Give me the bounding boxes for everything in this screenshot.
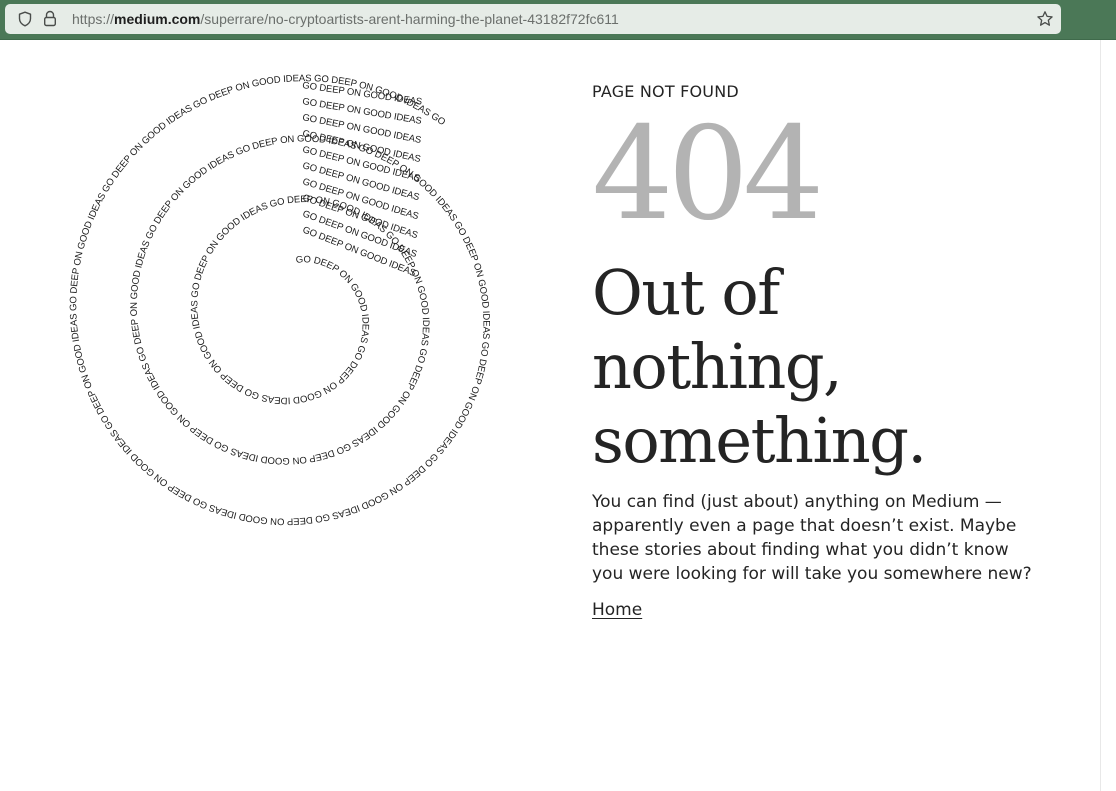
headline-line: Out of xyxy=(592,256,780,329)
url-host: medium.com xyxy=(114,11,201,27)
error-code: 404 xyxy=(592,100,824,249)
home-link[interactable]: Home xyxy=(592,598,642,622)
scrollbar-edge xyxy=(1100,40,1101,791)
shield-icon[interactable] xyxy=(17,11,33,27)
not-found-content: PAGE NOT FOUND 404 Out of nothing, somet… xyxy=(592,80,1042,622)
url-prefix: https:// xyxy=(72,11,115,27)
url-text[interactable]: https://medium.com/superrare/no-cryptoar… xyxy=(72,11,619,27)
lock-icon[interactable] xyxy=(43,10,57,27)
headline-line: nothing, xyxy=(592,330,843,403)
headline-line: something. xyxy=(592,404,927,477)
body-copy: You can find (just about) anything on Me… xyxy=(592,492,1032,584)
address-bar[interactable]: https://medium.com/superrare/no-cryptoar… xyxy=(5,4,1061,34)
star-bookmark-icon[interactable] xyxy=(1036,10,1054,28)
spiral-text-illustration: GO DEEP ON GOOD IDEAS GO DEEP ON GOOD ID… xyxy=(40,60,492,527)
headline: Out of nothing, something. xyxy=(592,256,1042,478)
url-path: /superrare/no-cryptoartists-arent-harmin… xyxy=(200,11,619,27)
browser-toolbar: https://medium.com/superrare/no-cryptoar… xyxy=(0,0,1116,40)
spiral-phrase: GO DEEP ON GOOD IDEAS GO DEEP ON GOOD ID… xyxy=(40,60,492,527)
